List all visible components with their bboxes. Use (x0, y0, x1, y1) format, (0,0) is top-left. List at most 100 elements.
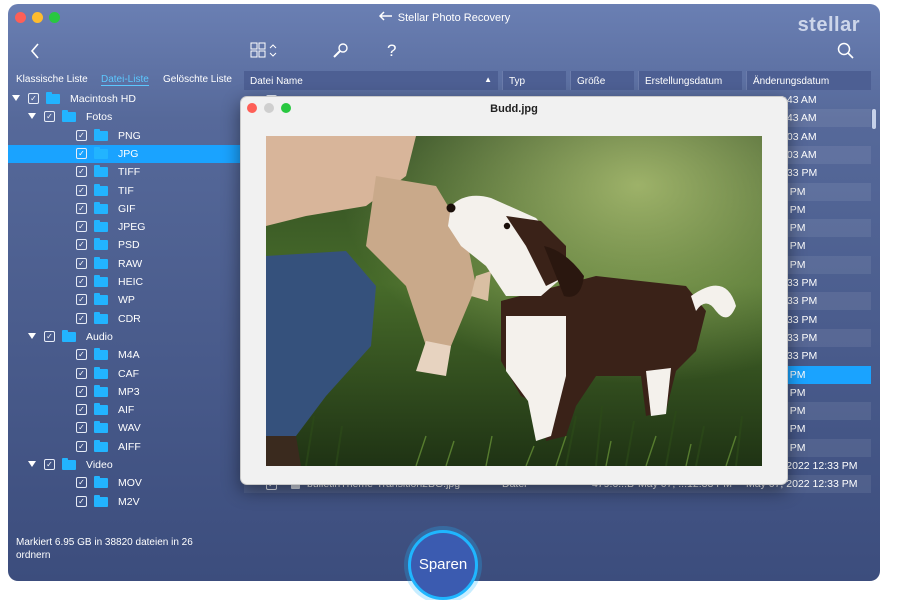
tree-item-mp3[interactable]: ✓ MP3 (8, 383, 241, 401)
grid-view-icon[interactable] (250, 42, 280, 65)
disclosure-triangle-icon[interactable] (12, 95, 20, 101)
tab-datei-liste[interactable]: Datei-Liste (101, 74, 149, 86)
column-header-type[interactable]: Typ (502, 71, 566, 90)
tree-item-m4a[interactable]: ✓ M4A (8, 346, 241, 364)
checkbox[interactable]: ✓ (76, 312, 87, 324)
toolbar: ? (8, 34, 880, 70)
disclosure-triangle-icon[interactable] (28, 461, 36, 467)
tree-item-raw[interactable]: ✓ RAW (8, 255, 241, 273)
tree-item-label: WAV (118, 422, 141, 435)
folder-icon (94, 421, 108, 434)
tree-item-aif[interactable]: ✓ AIF (8, 401, 241, 419)
tree-item-jpg[interactable]: ✓ JPG (8, 144, 241, 163)
folder-icon (62, 458, 76, 470)
tree-item-label: AIF (118, 404, 135, 417)
folder-icon (94, 183, 108, 196)
checkbox[interactable]: ✓ (76, 147, 87, 159)
folder-icon (46, 92, 60, 104)
folder-icon (94, 403, 108, 416)
tree-item-label: Macintosh HD (70, 93, 136, 105)
folder-icon (94, 311, 108, 324)
tree-item-jpeg[interactable]: ✓ JPEG (8, 218, 241, 236)
disclosure-triangle-icon[interactable] (28, 113, 36, 120)
tree-item-label: PNG (118, 129, 141, 142)
tree-item-label: M2V (118, 495, 140, 508)
tree-item-label: Audio (86, 330, 113, 343)
tree-item-label: M4A (118, 349, 140, 362)
tree-item-psd[interactable]: ✓ PSD (8, 236, 241, 254)
checkbox[interactable]: ✓ (76, 257, 87, 269)
folder-icon (94, 238, 108, 251)
checkbox[interactable]: ✓ (76, 294, 87, 306)
tree-item-label: TIF (118, 184, 134, 197)
column-header-size[interactable]: Größe (570, 71, 634, 90)
tree-item-caf[interactable]: ✓ CAF (8, 365, 241, 383)
table-scrollbar[interactable] (872, 109, 876, 129)
title-bar: Stellar Photo Recovery stellar (8, 4, 880, 36)
save-button[interactable]: Sparen (408, 530, 478, 600)
preview-window: Budd.jpg (240, 96, 788, 485)
checkbox[interactable]: ✓ (76, 202, 87, 214)
tree-item-wp[interactable]: ✓ WP (8, 291, 241, 309)
checkbox[interactable]: ✓ (76, 495, 87, 507)
checkbox[interactable]: ✓ (76, 184, 87, 196)
folder-icon (94, 275, 108, 287)
folder-icon (94, 439, 108, 452)
folder-icon (94, 366, 108, 379)
checkbox[interactable]: ✓ (76, 367, 87, 379)
tree-item-label: JPG (118, 147, 139, 160)
view-tabs: Klassische Liste Datei-Liste Gelöschte L… (8, 72, 241, 90)
checkbox[interactable]: ✓ (76, 276, 87, 287)
folder-icon (94, 348, 108, 361)
app-logo-icon (378, 11, 394, 24)
checkbox[interactable]: ✓ (44, 111, 55, 123)
tree-item-m2v[interactable]: ✓ M2V (8, 493, 241, 511)
tree-item-gif[interactable]: ✓ GIF (8, 200, 241, 218)
checkbox[interactable]: ✓ (76, 166, 87, 178)
folder-tree: ✓ Macintosh HD ✓ Fotos ✓ PNG ✓ JPG ✓ TIFF ✓ TIF ✓ GIF… (8, 90, 241, 516)
checkbox[interactable]: ✓ (76, 129, 87, 141)
checkbox[interactable]: ✓ (76, 385, 87, 397)
checkbox[interactable]: ✓ (28, 93, 39, 104)
checkbox[interactable]: ✓ (76, 422, 87, 434)
search-icon[interactable] (837, 42, 855, 65)
tree-item-mov[interactable]: ✓ MOV (8, 474, 241, 492)
table-header: Datei Name ▲ Typ Größe Erstellungsdatum … (244, 69, 871, 91)
tree-item-cdr[interactable]: ✓ CDR (8, 310, 241, 328)
folder-icon (94, 256, 108, 269)
checkbox[interactable]: ✓ (76, 221, 87, 233)
folder-icon (62, 110, 76, 123)
help-icon[interactable]: ? (387, 41, 396, 61)
tree-item-fotos[interactable]: ✓ Fotos (8, 108, 241, 126)
tree-item-video[interactable]: ✓ Video (8, 456, 241, 474)
checkbox[interactable]: ✓ (76, 239, 87, 251)
disclosure-triangle-icon[interactable] (28, 332, 36, 339)
folder-icon (94, 146, 108, 159)
checkbox[interactable]: ✓ (76, 440, 87, 452)
wrench-icon[interactable] (332, 42, 350, 65)
tree-item-tif[interactable]: ✓ TIF (8, 182, 241, 200)
checkbox[interactable]: ✓ (44, 330, 55, 342)
tree-item-tiff[interactable]: ✓ TIFF (8, 163, 241, 181)
tree-item-aiff[interactable]: ✓ AIFF (8, 438, 241, 456)
tab-geloeschte-liste[interactable]: Gelöschte Liste (163, 74, 232, 85)
tree-item-label: AIFF (118, 440, 141, 453)
tree-item-label: JPEG (118, 221, 146, 234)
app-title: Stellar Photo Recovery (8, 11, 880, 24)
folder-icon (94, 220, 108, 233)
column-header-modified[interactable]: Änderungsdatum (746, 71, 871, 90)
tree-item-audio[interactable]: ✓ Audio (8, 328, 241, 346)
checkbox[interactable]: ✓ (76, 477, 87, 489)
chevron-left-icon[interactable] (30, 42, 40, 65)
column-header-created[interactable]: Erstellungsdatum (638, 71, 742, 90)
checkbox[interactable]: ✓ (76, 404, 87, 416)
tree-item-png[interactable]: ✓ PNG (8, 127, 241, 145)
checkbox[interactable]: ✓ (44, 459, 55, 470)
column-header-name[interactable]: Datei Name ▲ (244, 71, 498, 90)
tree-item-heic[interactable]: ✓ HEIC (8, 273, 241, 291)
checkbox[interactable]: ✓ (76, 349, 87, 361)
tab-klassische-liste[interactable]: Klassische Liste (16, 74, 88, 85)
tree-item-wav[interactable]: ✓ WAV (8, 419, 241, 437)
preview-title: Budd.jpg (490, 103, 538, 115)
tree-item-macintosh-hd[interactable]: ✓ Macintosh HD (8, 90, 241, 108)
